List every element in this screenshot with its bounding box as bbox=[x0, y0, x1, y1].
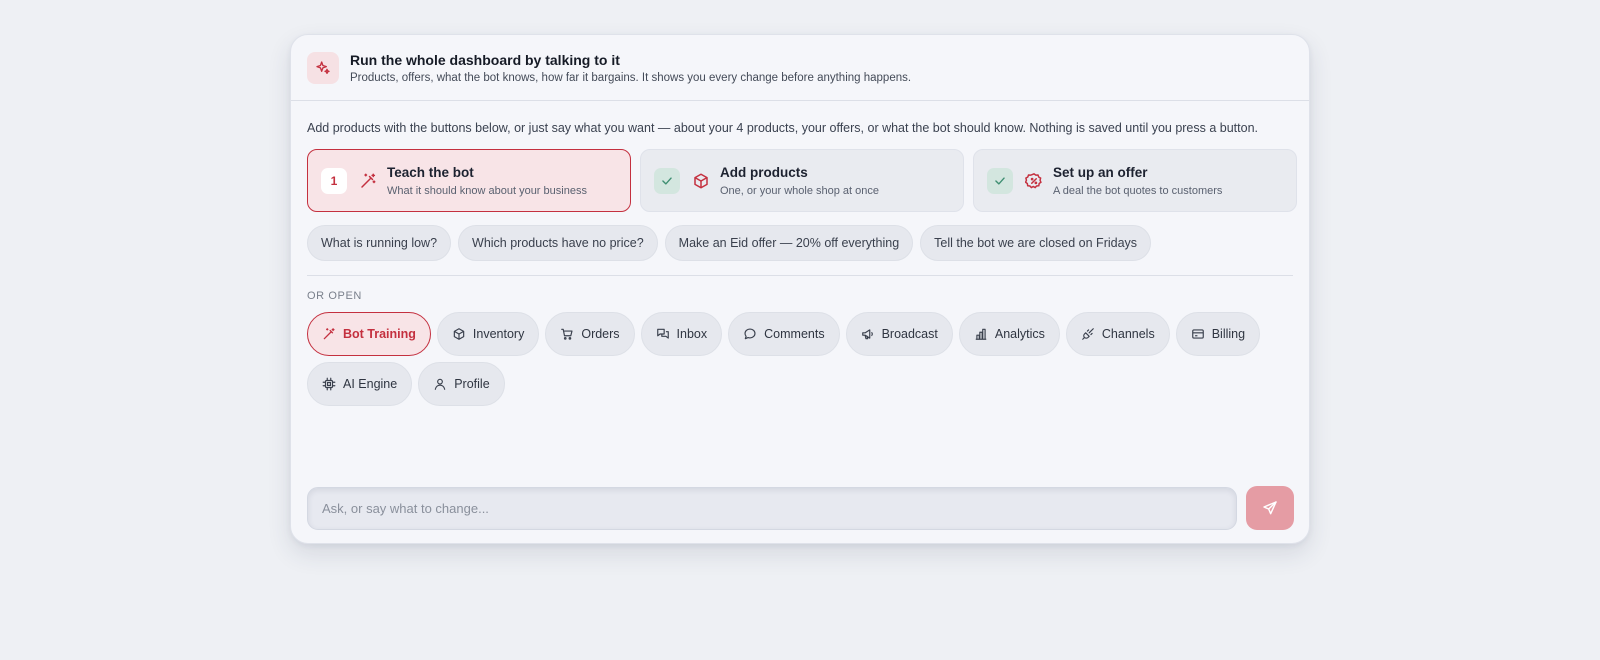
nav-orders[interactable]: Orders bbox=[545, 312, 635, 356]
send-icon bbox=[1262, 500, 1278, 516]
megaphone-icon bbox=[861, 327, 875, 341]
or-open-label: OR OPEN bbox=[307, 290, 362, 302]
chat-input[interactable] bbox=[307, 486, 1237, 530]
nav-inventory[interactable]: Inventory bbox=[436, 312, 540, 356]
step-teach-the-bot[interactable]: 1 Teach the bot What it should know abou… bbox=[307, 149, 631, 212]
step-subtitle: A deal the bot quotes to customers bbox=[1053, 184, 1223, 197]
nav-label: Inventory bbox=[472, 327, 525, 341]
nav-label: Comments bbox=[764, 327, 825, 341]
box-icon bbox=[452, 327, 466, 341]
suggestion-chip[interactable]: Which products have no price? bbox=[458, 225, 658, 261]
assistant-panel: Run the whole dashboard by talking to it… bbox=[290, 34, 1310, 544]
panel-header: Run the whole dashboard by talking to it… bbox=[291, 35, 1309, 101]
sparkles-icon bbox=[307, 51, 339, 84]
nav-broadcast[interactable]: Broadcast bbox=[845, 312, 953, 356]
onboarding-steps: 1 Teach the bot What it should know abou… bbox=[307, 149, 1297, 212]
step-title: Teach the bot bbox=[387, 164, 474, 180]
box-icon bbox=[692, 172, 710, 190]
credit-card-icon bbox=[1191, 327, 1205, 341]
step-set-up-offer[interactable]: Set up an offer A deal the bot quotes to… bbox=[973, 149, 1297, 212]
nav-label: Profile bbox=[454, 377, 490, 391]
nav-label: Channels bbox=[1101, 327, 1155, 341]
section-nav: Bot Training Inventory Orders Inbox Comm… bbox=[307, 312, 1297, 406]
chat-bubble-icon bbox=[743, 327, 757, 341]
user-icon bbox=[433, 377, 447, 391]
nav-inbox[interactable]: Inbox bbox=[640, 312, 723, 356]
bar-chart-icon bbox=[974, 327, 988, 341]
step-title: Add products bbox=[720, 164, 808, 180]
check-icon bbox=[987, 167, 1013, 194]
nav-billing[interactable]: Billing bbox=[1175, 312, 1261, 356]
magic-wand-icon bbox=[322, 327, 336, 341]
nav-label: Analytics bbox=[994, 327, 1045, 341]
divider bbox=[307, 275, 1293, 276]
nav-label: Bot Training bbox=[343, 327, 416, 341]
page-title: Run the whole dashboard by talking to it bbox=[350, 51, 620, 68]
nav-label: Billing bbox=[1211, 327, 1246, 341]
discount-badge-icon bbox=[1025, 172, 1043, 190]
nav-label: Inbox bbox=[676, 327, 708, 341]
nav-bot-training[interactable]: Bot Training bbox=[307, 312, 431, 356]
cpu-icon bbox=[322, 377, 336, 391]
nav-comments[interactable]: Comments bbox=[728, 312, 840, 356]
step-add-products[interactable]: Add products One, or your whole shop at … bbox=[640, 149, 964, 212]
check-icon bbox=[654, 167, 680, 194]
send-button[interactable] bbox=[1246, 486, 1294, 530]
cart-icon bbox=[560, 327, 574, 341]
nav-label: AI Engine bbox=[343, 377, 398, 391]
page-subtitle: Products, offers, what the bot knows, ho… bbox=[350, 71, 912, 84]
step-title: Set up an offer bbox=[1053, 164, 1148, 180]
plug-icon bbox=[1081, 327, 1095, 341]
step-number-badge: 1 bbox=[321, 167, 347, 194]
intro-text: Add products with the buttons below, or … bbox=[307, 121, 1259, 135]
suggestion-chip[interactable]: What is running low? bbox=[307, 225, 452, 261]
nav-profile[interactable]: Profile bbox=[418, 362, 505, 406]
nav-analytics[interactable]: Analytics bbox=[958, 312, 1060, 356]
nav-ai-engine[interactable]: AI Engine bbox=[307, 362, 413, 406]
nav-channels[interactable]: Channels bbox=[1065, 312, 1170, 356]
nav-label: Broadcast bbox=[881, 327, 938, 341]
messages-icon bbox=[656, 327, 670, 341]
step-subtitle: What it should know about your business bbox=[387, 184, 587, 197]
composer bbox=[307, 486, 1294, 530]
step-subtitle: One, or your whole shop at once bbox=[720, 184, 879, 197]
suggestion-chips: What is running low? Which products have… bbox=[307, 225, 1152, 261]
nav-label: Orders bbox=[581, 327, 620, 341]
magic-wand-icon bbox=[359, 172, 377, 190]
suggestion-chip[interactable]: Tell the bot we are closed on Fridays bbox=[920, 225, 1152, 261]
suggestion-chip[interactable]: Make an Eid offer — 20% off everything bbox=[664, 225, 914, 261]
